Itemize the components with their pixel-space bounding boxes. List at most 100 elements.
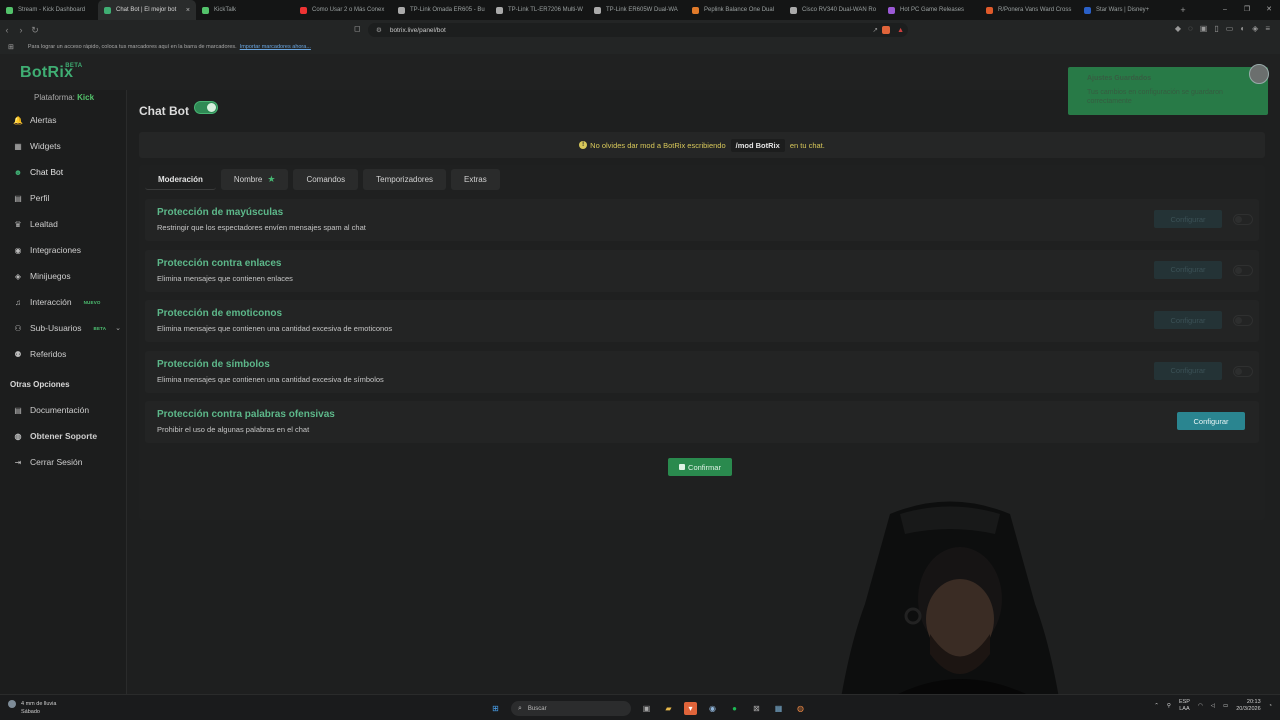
- row-toggle[interactable]: [1233, 214, 1253, 225]
- sidebar-item-perfil[interactable]: ▤ Perfil: [0, 187, 127, 209]
- app-icon[interactable]: ◍: [794, 702, 807, 715]
- tab-favicon-icon: [692, 6, 699, 14]
- configure-button[interactable]: Configurar: [1154, 260, 1222, 279]
- sidebar-item-integraciones[interactable]: ◉ Integraciones: [0, 239, 127, 261]
- screenshot-icon[interactable]: ▣: [1200, 24, 1208, 33]
- avatar[interactable]: [1249, 64, 1269, 84]
- task-view-icon[interactable]: ▣: [640, 702, 653, 715]
- tab-label: Nombre: [233, 175, 263, 184]
- configure-button[interactable]: Configurar: [1154, 210, 1222, 228]
- browser-tab[interactable]: Stream - Kick Dashboard: [0, 0, 98, 20]
- sidebar-item-label: Chat Bot: [30, 167, 64, 177]
- sidebar-item-alertas[interactable]: 🔔 Alertas: [0, 109, 127, 131]
- configure-button[interactable]: Configurar: [1154, 311, 1222, 329]
- configure-button[interactable]: Configurar: [1154, 361, 1222, 380]
- clock[interactable]: 20:13 20/3/2026: [1236, 699, 1260, 713]
- browser-tab[interactable]: TP-Link ER605W Dual-WA: [588, 0, 686, 20]
- tab-nombre[interactable]: Nombre ★: [220, 169, 289, 190]
- spotify-icon[interactable]: ●: [728, 702, 741, 715]
- sidebar-item-lealtad[interactable]: ♛ Lealtad: [0, 213, 127, 235]
- sidebar-item-obtener-soporte[interactable]: ◍ Obtener Soporte: [0, 425, 127, 447]
- tab-label: TP-Link ER605W Dual-WA: [606, 7, 678, 13]
- browser-tab[interactable]: Chat Bot | El mejor bot ×: [98, 0, 196, 20]
- language-indicator[interactable]: ESP LAA: [1179, 699, 1190, 713]
- url-field[interactable]: ⚙ botrix.live/panel/bot ↗ ▲: [368, 23, 908, 37]
- sidebar-item-label: Integraciones: [30, 245, 82, 255]
- site-settings-icon[interactable]: ⚙: [376, 26, 382, 34]
- confirm-button[interactable]: Confirmar: [668, 458, 732, 476]
- botrix-logo[interactable]: BotRix BETA: [20, 63, 82, 82]
- tab-favicon-icon: [594, 6, 601, 14]
- browser-tab[interactable]: KickTalk: [196, 0, 294, 20]
- trophy-icon: ♛: [14, 219, 22, 229]
- brave-shield-icon[interactable]: [882, 26, 890, 34]
- windows-start-icon[interactable]: ⊞: [489, 702, 502, 715]
- browser-tab[interactable]: Como Usar 2 o Más Conex: [294, 0, 392, 20]
- browser-tab[interactable]: TP-Link Omada ER605 - Bu: [392, 0, 490, 20]
- row-toggle[interactable]: [1233, 264, 1253, 276]
- browser-tab[interactable]: Cisco RV340 Dual-WAN Ro: [784, 0, 882, 20]
- wifi-icon[interactable]: ◠: [1198, 703, 1203, 709]
- sidebar-item-widgets[interactable]: ▦ Widgets: [0, 135, 127, 157]
- sidebar-item-documentaci-n[interactable]: ▤ Documentación: [0, 399, 127, 421]
- browser-tab[interactable]: TP-Link TL-ER7206 Multi-W: [490, 0, 588, 20]
- wallet-icon[interactable]: ◆: [1175, 24, 1181, 33]
- tabs-icon[interactable]: ▭: [1226, 24, 1234, 33]
- chat-icon[interactable]: ◌: [1188, 24, 1193, 33]
- browser-tab[interactable]: Peplink Balance One Dual: [686, 0, 784, 20]
- sidebar-item-interacci-n[interactable]: ♫ Interacción NUEVO: [0, 291, 127, 313]
- tab-label: Moderación: [158, 174, 203, 184]
- tab-moderaci-n[interactable]: Moderación: [145, 169, 216, 190]
- vpn-icon[interactable]: ◐: [1240, 24, 1245, 33]
- taskbar-search[interactable]: ⌕ Buscar: [511, 701, 631, 716]
- weather-icon: [8, 700, 16, 708]
- browser-tab[interactable]: Hot PC Game Releases: [882, 0, 980, 20]
- tab-comandos[interactable]: Comandos: [293, 169, 359, 190]
- weather-widget[interactable]: 4 mm de lluvia Sábado: [8, 700, 56, 716]
- row-toggle[interactable]: [1233, 365, 1253, 377]
- shield-icon[interactable]: ◈: [1252, 24, 1258, 33]
- close-window-button[interactable]: ✕: [1258, 0, 1280, 20]
- integrations-icon: ◉: [14, 245, 22, 255]
- file-explorer-icon[interactable]: ▰: [662, 702, 675, 715]
- sidebar-item-referidos[interactable]: ⚉ Referidos: [0, 343, 127, 365]
- sidebar-item-sub-usuarios[interactable]: ⚇ Sub-Usuarios BETA ⌄: [0, 317, 127, 339]
- sidebar-item-minijuegos[interactable]: ◈ Minijuegos: [0, 265, 127, 287]
- browser-tab[interactable]: Star Wars | Disney+: [1078, 0, 1176, 20]
- toast-title: Ajustes Guardados: [1087, 75, 1152, 82]
- share-icon[interactable]: ↗: [873, 26, 878, 34]
- maximize-button[interactable]: ❐: [1236, 0, 1258, 20]
- browser-tab[interactable]: R/Ponera Vans Ward Cross: [980, 0, 1078, 20]
- chatbot-toggle[interactable]: [194, 101, 218, 114]
- row-description: Prohibir el uso de algunas palabras en e…: [157, 425, 310, 434]
- close-tab-icon[interactable]: ×: [186, 7, 190, 14]
- sidebar-item-label: Widgets: [30, 141, 61, 151]
- microphone-icon[interactable]: ⚲: [1167, 703, 1171, 709]
- steam-icon[interactable]: ◉: [706, 702, 719, 715]
- forward-icon[interactable]: ›: [14, 25, 28, 35]
- rewards-icon[interactable]: ▲: [897, 27, 904, 34]
- bookmark-icon[interactable]: ◻: [354, 24, 361, 33]
- tray-chevron-icon[interactable]: ⌃: [1154, 703, 1159, 709]
- xbox-icon[interactable]: ⊠: [750, 702, 763, 715]
- battery-icon[interactable]: ▭: [1223, 703, 1228, 709]
- notifications-icon[interactable]: ◔: [1269, 703, 1272, 709]
- minimize-button[interactable]: –: [1214, 0, 1236, 20]
- back-icon[interactable]: ‹: [0, 25, 14, 35]
- volume-icon[interactable]: ◁: [1211, 703, 1215, 709]
- sidebar-item-chat-bot[interactable]: ☻ Chat Bot: [0, 161, 127, 183]
- apps-icon[interactable]: ⊞: [8, 43, 14, 51]
- import-bookmarks-link[interactable]: Importar marcadores ahora...: [240, 44, 311, 50]
- menu-icon[interactable]: ≡: [1265, 24, 1270, 33]
- row-toggle[interactable]: [1233, 315, 1253, 326]
- tab-temporizadores[interactable]: Temporizadores: [363, 169, 447, 190]
- sidebar-item-cerrar-sesi-n[interactable]: ⇥ Cerrar Sesión: [0, 451, 127, 473]
- tab-extras[interactable]: Extras: [451, 169, 500, 190]
- calculator-icon[interactable]: ▦: [772, 702, 785, 715]
- chevron-down-icon[interactable]: ⌄: [115, 324, 121, 332]
- new-tab-button[interactable]: +: [1176, 5, 1190, 15]
- brave-browser-icon[interactable]: ▾: [684, 702, 697, 715]
- sidebar-icon[interactable]: ▯: [1214, 24, 1218, 33]
- reload-icon[interactable]: ↻: [28, 25, 42, 36]
- configure-button[interactable]: Configurar: [1177, 412, 1245, 430]
